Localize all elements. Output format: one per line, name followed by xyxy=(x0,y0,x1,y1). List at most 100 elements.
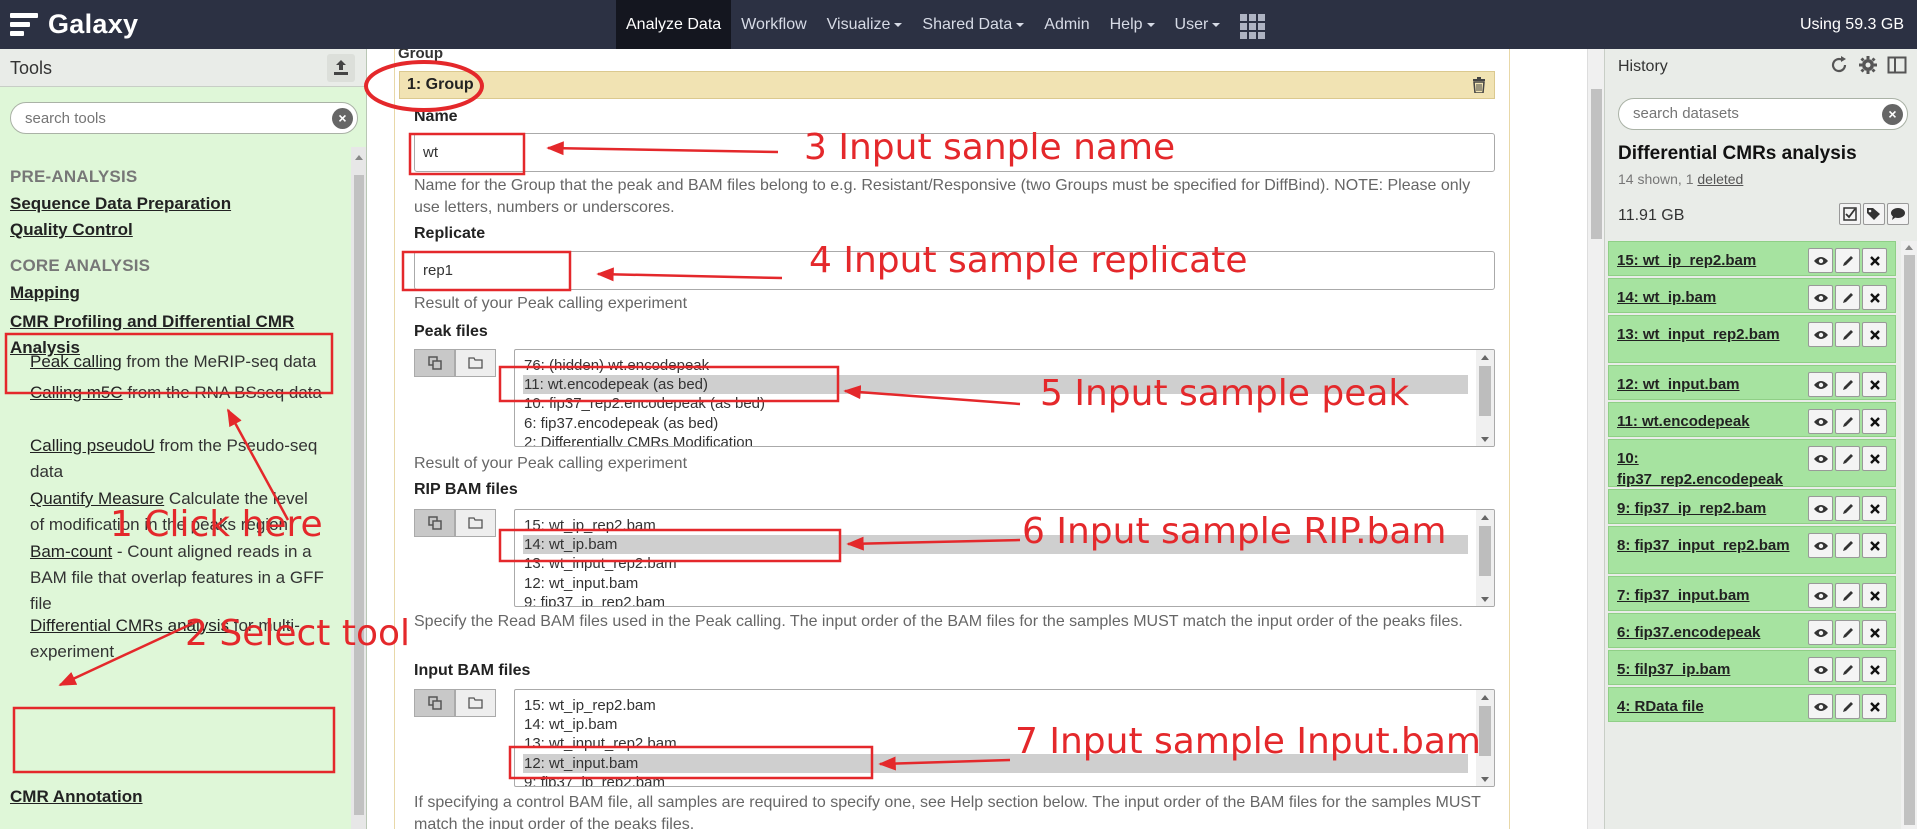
nav-apps[interactable] xyxy=(1230,0,1275,49)
display-button[interactable] xyxy=(1808,322,1833,347)
nav-visualize[interactable]: Visualize xyxy=(817,0,913,49)
delete-button[interactable] xyxy=(1862,322,1887,347)
nav-help[interactable]: Help xyxy=(1100,0,1165,49)
history-name[interactable]: Differential CMRs analysis xyxy=(1618,143,1857,165)
dataset-title[interactable]: 6: fip37.encodepeak xyxy=(1617,622,1797,643)
dataset-title[interactable]: 9: fip37_ip_rep2.bam xyxy=(1617,498,1797,519)
tool-link[interactable]: Peak calling xyxy=(30,352,122,371)
dataset-item[interactable]: 15: wt_ip_rep2.bam xyxy=(1608,241,1896,276)
edit-button[interactable] xyxy=(1835,409,1860,434)
tool-link[interactable]: Calling m5C xyxy=(30,383,123,402)
edit-button[interactable] xyxy=(1835,657,1860,682)
nav-shared-data[interactable]: Shared Data xyxy=(912,0,1034,49)
quota-meter[interactable]: Using 59.3 GB xyxy=(1800,0,1904,49)
category-cmr-annotation[interactable]: CMR Annotation xyxy=(10,787,143,807)
dataset-item[interactable]: 14: wt_ip.bam xyxy=(1608,278,1896,313)
collection-button[interactable] xyxy=(455,689,496,717)
dataset-title[interactable]: 4: RData file xyxy=(1617,696,1797,717)
display-button[interactable] xyxy=(1808,533,1833,558)
display-button[interactable] xyxy=(1808,496,1833,521)
edit-button[interactable] xyxy=(1835,248,1860,273)
display-button[interactable] xyxy=(1808,657,1833,682)
edit-button[interactable] xyxy=(1835,620,1860,645)
dataset-item[interactable]: 10: fip37_rep2.encodepeak xyxy=(1608,439,1896,490)
dataset-title[interactable]: 14: wt_ip.bam xyxy=(1617,287,1797,308)
form-scrollbar[interactable] xyxy=(1587,49,1604,829)
tool-bam-count[interactable]: Bam-count - Count aligned reads in a BAM… xyxy=(30,539,325,617)
select-option[interactable]: 13: wt_input_rep2.bam xyxy=(523,554,1468,573)
display-button[interactable] xyxy=(1808,620,1833,645)
edit-button[interactable] xyxy=(1835,446,1860,471)
dataset-title[interactable]: 5: filp37_ip.bam xyxy=(1617,659,1797,680)
nav-workflow[interactable]: Workflow xyxy=(731,0,817,49)
delete-button[interactable] xyxy=(1862,583,1887,608)
nav-admin[interactable]: Admin xyxy=(1034,0,1099,49)
category-sequence-data-preparation[interactable]: Sequence Data Preparation xyxy=(10,194,231,214)
delete-button[interactable] xyxy=(1862,496,1887,521)
tool-link[interactable]: Bam-count xyxy=(30,542,112,561)
delete-button[interactable] xyxy=(1862,446,1887,471)
brand[interactable]: Galaxy xyxy=(10,6,138,42)
edit-button[interactable] xyxy=(1835,533,1860,558)
display-button[interactable] xyxy=(1808,446,1833,471)
dataset-item[interactable]: 13: wt_input_rep2.bam xyxy=(1608,315,1896,363)
category-mapping[interactable]: Mapping xyxy=(10,283,80,303)
dataset-title[interactable]: 8: fip37_input_rep2.bam xyxy=(1617,535,1797,556)
history-search-input[interactable] xyxy=(1633,105,1873,122)
dataset-title[interactable]: 12: wt_input.bam xyxy=(1617,374,1797,395)
display-button[interactable] xyxy=(1808,583,1833,608)
edit-button[interactable] xyxy=(1835,583,1860,608)
tool-search-input[interactable] xyxy=(25,108,315,128)
dataset-title[interactable]: 13: wt_input_rep2.bam xyxy=(1617,324,1797,345)
dataset-item[interactable]: 8: fip37_input_rep2.bam xyxy=(1608,526,1896,574)
delete-button[interactable] xyxy=(1862,620,1887,645)
display-button[interactable] xyxy=(1808,285,1833,310)
tool-panel-scrollbar[interactable] xyxy=(351,147,366,829)
nav-user[interactable]: User xyxy=(1165,0,1231,49)
dataset-title[interactable]: 10: fip37_rep2.encodepeak xyxy=(1617,448,1797,490)
edit-button[interactable] xyxy=(1835,496,1860,521)
gear-icon[interactable] xyxy=(1858,55,1878,75)
display-button[interactable] xyxy=(1808,372,1833,397)
select-items-button[interactable] xyxy=(1839,203,1861,225)
select-option[interactable]: 12: wt_input.bam xyxy=(523,574,1468,593)
select-option[interactable]: 9: fip37_ip_rep2.bam xyxy=(523,593,1468,606)
clear-search-icon[interactable]: × xyxy=(332,108,353,129)
display-button[interactable] xyxy=(1808,694,1833,719)
tool-peak-calling[interactable]: Peak calling from the MeRIP-seq data xyxy=(30,349,325,375)
deleted-link[interactable]: deleted xyxy=(1697,171,1743,187)
edit-button[interactable] xyxy=(1835,694,1860,719)
dataset-title[interactable]: 15: wt_ip_rep2.bam xyxy=(1617,250,1797,271)
dataset-title[interactable]: 11: wt.encodepeak xyxy=(1617,411,1797,432)
refresh-icon[interactable] xyxy=(1829,55,1849,75)
dataset-title[interactable]: 7: fip37_input.bam xyxy=(1617,585,1797,606)
dataset-item[interactable]: 4: RData file xyxy=(1608,687,1896,722)
edit-button[interactable] xyxy=(1835,322,1860,347)
scroll-thumb[interactable] xyxy=(354,175,364,815)
select-scrollbar[interactable] xyxy=(1476,350,1494,446)
tool-link[interactable]: Calling pseudoU xyxy=(30,436,155,455)
display-button[interactable] xyxy=(1808,248,1833,273)
dataset-item[interactable]: 7: fip37_input.bam xyxy=(1608,576,1896,611)
tool-calling-m5c[interactable]: Calling m5C from the RNA BSseq data xyxy=(30,380,325,406)
tags-button[interactable] xyxy=(1863,203,1885,225)
dataset-item[interactable]: 6: fip37.encodepeak xyxy=(1608,613,1896,648)
dataset-item[interactable]: 12: wt_input.bam xyxy=(1608,365,1896,400)
collection-button[interactable] xyxy=(455,509,496,537)
select-option[interactable]: 15: wt_ip_rep2.bam xyxy=(523,696,1468,715)
delete-button[interactable] xyxy=(1862,285,1887,310)
edit-button[interactable] xyxy=(1835,285,1860,310)
nav-analyze-data[interactable]: Analyze Data xyxy=(616,0,732,49)
select-option[interactable]: 2: Differentially CMRs Modification xyxy=(523,433,1468,446)
multiple-datasets-button[interactable] xyxy=(414,349,455,377)
delete-button[interactable] xyxy=(1862,533,1887,558)
delete-button[interactable] xyxy=(1862,248,1887,273)
display-button[interactable] xyxy=(1808,409,1833,434)
columns-icon[interactable] xyxy=(1887,55,1907,75)
clear-search-icon[interactable]: × xyxy=(1882,104,1903,125)
tool-calling-pseudou[interactable]: Calling pseudoU from the Pseudo-seq data xyxy=(30,433,325,485)
multiple-datasets-button[interactable] xyxy=(414,689,455,717)
select-option[interactable]: 9: fip37_ip_rep2.bam xyxy=(523,773,1468,786)
dataset-item[interactable]: 11: wt.encodepeak xyxy=(1608,402,1896,437)
history-scrollbar[interactable] xyxy=(1901,241,1917,829)
